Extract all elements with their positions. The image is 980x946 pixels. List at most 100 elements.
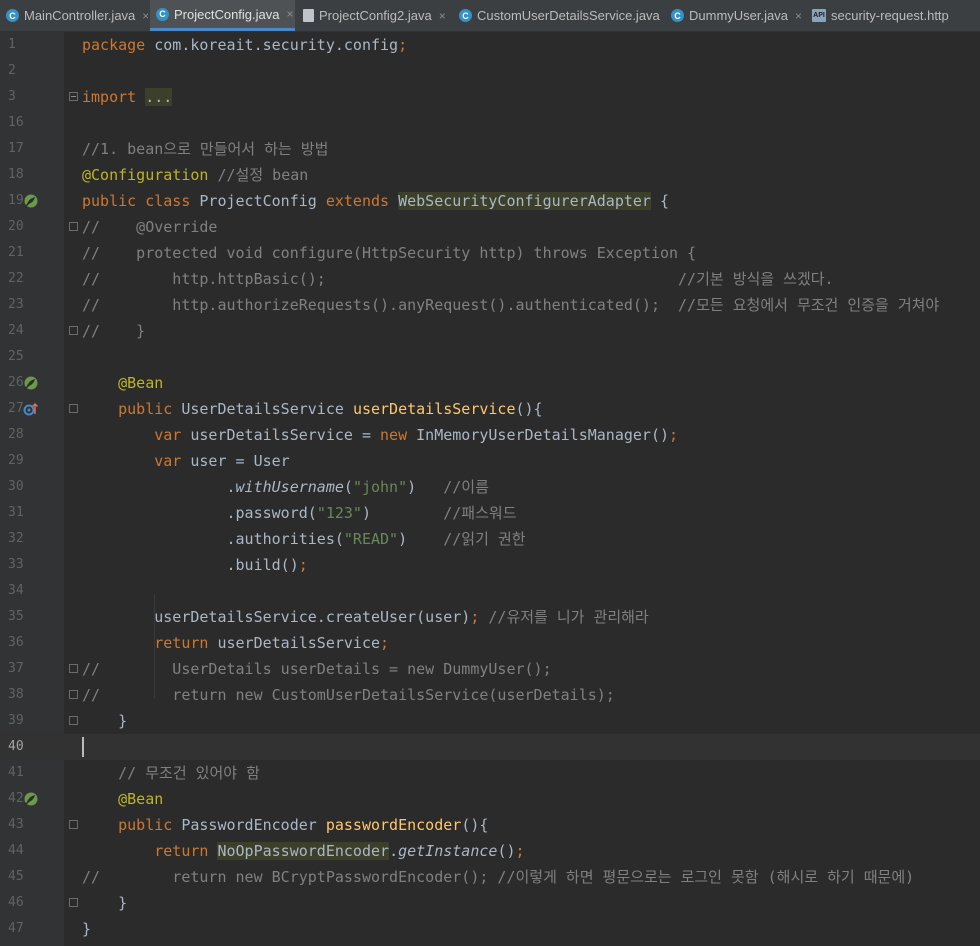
fold-marker-icon[interactable] — [69, 404, 78, 413]
code-line[interactable]: 36 return userDetailsService; — [0, 630, 980, 656]
code-line[interactable]: 37 // UserDetails userDetails = new Dummy… — [0, 656, 980, 682]
code-text: var user = User — [82, 448, 289, 474]
fold-marker-icon[interactable] — [69, 820, 78, 829]
tab-projectconfig2-java[interactable]: ProjectConfig2.java × — [297, 0, 451, 31]
code-line[interactable]: 18 @Configuration //설정 bean — [0, 162, 980, 188]
fold-marker-icon[interactable] — [69, 222, 78, 231]
code-line[interactable]: 17 //1. bean으로 만들어서 하는 방법 — [0, 136, 980, 162]
tab-maincontroller-java[interactable]: C MainController.java × — [0, 0, 148, 31]
code-line[interactable]: 29 var user = User — [0, 448, 980, 474]
code-line[interactable]: 34 — [0, 578, 980, 604]
code-text: return userDetailsService; — [82, 630, 389, 656]
close-icon[interactable]: × — [287, 7, 294, 21]
code-line[interactable]: 33 .build(); — [0, 552, 980, 578]
spring-bean-icon[interactable] — [23, 791, 39, 807]
code-line[interactable]: 21 // protected void configure(HttpSecuri… — [0, 240, 980, 266]
code-line[interactable]: 44 return NoOpPasswordEncoder.getInstanc… — [0, 838, 980, 864]
code-token: ... — [145, 88, 173, 106]
editor-tab-bar: C MainController.java × C ProjectConfig.java… — [0, 0, 980, 32]
spring-bean-icon[interactable] — [23, 375, 39, 391]
tab-customuserdetailsservice-java[interactable]: CCustomUserDetailsService.java× — [453, 0, 663, 31]
code-line[interactable]: 23 // http.authorizeRequests().anyRequest… — [0, 292, 980, 318]
line-number: 29 — [8, 453, 24, 468]
code-token: // http.authorizeRequests().anyRequest()… — [82, 296, 940, 314]
spring-bean-icon[interactable] — [23, 193, 39, 209]
code-line[interactable]: 1 package com.koreait.security.config; — [0, 32, 980, 58]
code-token: // return new CustomUserDetailsService(u… — [82, 686, 615, 704]
code-line[interactable]: 43 public PasswordEncoder passwordEncode… — [0, 812, 980, 838]
code-line[interactable]: 3 import ... — [0, 84, 980, 110]
line-number: 32 — [8, 531, 24, 546]
code-text: public UserDetailsService userDetailsSer… — [82, 396, 542, 422]
fold-marker-icon[interactable] — [69, 664, 78, 673]
code-text: } — [82, 708, 127, 734]
line-number: 20 — [8, 219, 24, 234]
code-line[interactable]: 2 — [0, 58, 980, 84]
code-line[interactable]: 46 } — [0, 890, 980, 916]
code-text: // http.httpBasic(); //기본 방식을 쓰겠다. — [82, 266, 834, 292]
tab-projectconfig-java[interactable]: C ProjectConfig.java × — [150, 0, 295, 31]
code-text: // UserDetails userDetails = new DummyUs… — [82, 656, 552, 682]
close-icon[interactable]: × — [142, 9, 148, 23]
tab-security-request-http[interactable]: API security-request.http — [806, 0, 980, 31]
code-line[interactable]: 30 .withUsername("john") //이름 — [0, 474, 980, 500]
line-number: 21 — [8, 245, 24, 260]
line-number: 31 — [8, 505, 24, 520]
code-line[interactable]: 31 .password("123") //패스워드 — [0, 500, 980, 526]
override-icon[interactable] — [23, 401, 39, 417]
code-token: ) — [398, 530, 444, 548]
fold-marker-icon[interactable] — [69, 716, 78, 725]
code-line[interactable]: 47} — [0, 916, 980, 942]
code-token: "123" — [316, 504, 362, 522]
code-editor[interactable]: 1 package com.koreait.security.config; 2 3 i… — [0, 32, 980, 946]
fold-marker-icon[interactable] — [69, 690, 78, 699]
code-line[interactable]: 41 // 무조건 있어야 함 — [0, 760, 980, 786]
code-token: @Configuration — [82, 166, 218, 184]
fold-expand-icon[interactable] — [69, 92, 78, 101]
code-line[interactable]: 25 — [0, 344, 980, 370]
line-number: 36 — [8, 635, 24, 650]
code-line[interactable]: 26 @Bean — [0, 370, 980, 396]
code-token: userDetailsService.createUser(user) — [82, 608, 471, 626]
code-line[interactable]: 35 userDetailsService.createUser(user); … — [0, 604, 980, 630]
close-icon[interactable]: × — [439, 9, 446, 23]
code-line[interactable]: 39 } — [0, 708, 980, 734]
fold-marker-icon[interactable] — [69, 898, 78, 907]
tab-label: ProjectConfig.java — [174, 6, 280, 22]
tab-label: DummyUser.java — [689, 8, 788, 23]
code-line[interactable]: 28 var userDetailsService = new InMemory… — [0, 422, 980, 448]
code-line[interactable]: 19 public class ProjectConfig extends Web… — [0, 188, 980, 214]
code-token: ; — [380, 634, 390, 652]
code-line[interactable]: 45 // return new BCryptPasswordEncoder();… — [0, 864, 980, 890]
code-token: ) — [407, 478, 444, 496]
code-token: PasswordEncoder — [181, 816, 326, 834]
class-icon: C — [459, 9, 472, 22]
code-line[interactable]: 38 // return new CustomUserDetailsService… — [0, 682, 980, 708]
close-icon[interactable]: × — [795, 9, 802, 23]
code-token: UserDetailsService — [181, 400, 353, 418]
code-token: } — [82, 920, 92, 938]
class-icon: C — [156, 7, 169, 21]
code-token: ; — [298, 556, 308, 574]
code-line[interactable]: 42 @Bean — [0, 786, 980, 812]
code-line[interactable]: 32 .authorities("READ") //읽기 권한 — [0, 526, 980, 552]
code-line[interactable]: 27 public UserDetailsService userDetails… — [0, 396, 980, 422]
code-token: ProjectConfig — [199, 192, 326, 210]
fold-marker-icon[interactable] — [69, 326, 78, 335]
code-line[interactable]: 40 — [0, 734, 980, 760]
code-line[interactable]: 16 — [0, 110, 980, 136]
line-number: 43 — [8, 817, 24, 832]
code-line[interactable]: 20 // @Override — [0, 214, 980, 240]
tab-dummyuser-java[interactable]: C DummyUser.java × — [665, 0, 804, 31]
code-token: NoOpPasswordEncoder — [217, 842, 390, 860]
code-token: ) — [361, 504, 444, 522]
line-number: 45 — [8, 869, 24, 884]
code-token: getInstance — [398, 842, 498, 860]
code-line[interactable]: 22 // http.httpBasic(); //기본 방식을 쓰겠다. — [0, 266, 980, 292]
code-line[interactable]: 24 // } — [0, 318, 980, 344]
code-token: .password( — [82, 504, 317, 522]
